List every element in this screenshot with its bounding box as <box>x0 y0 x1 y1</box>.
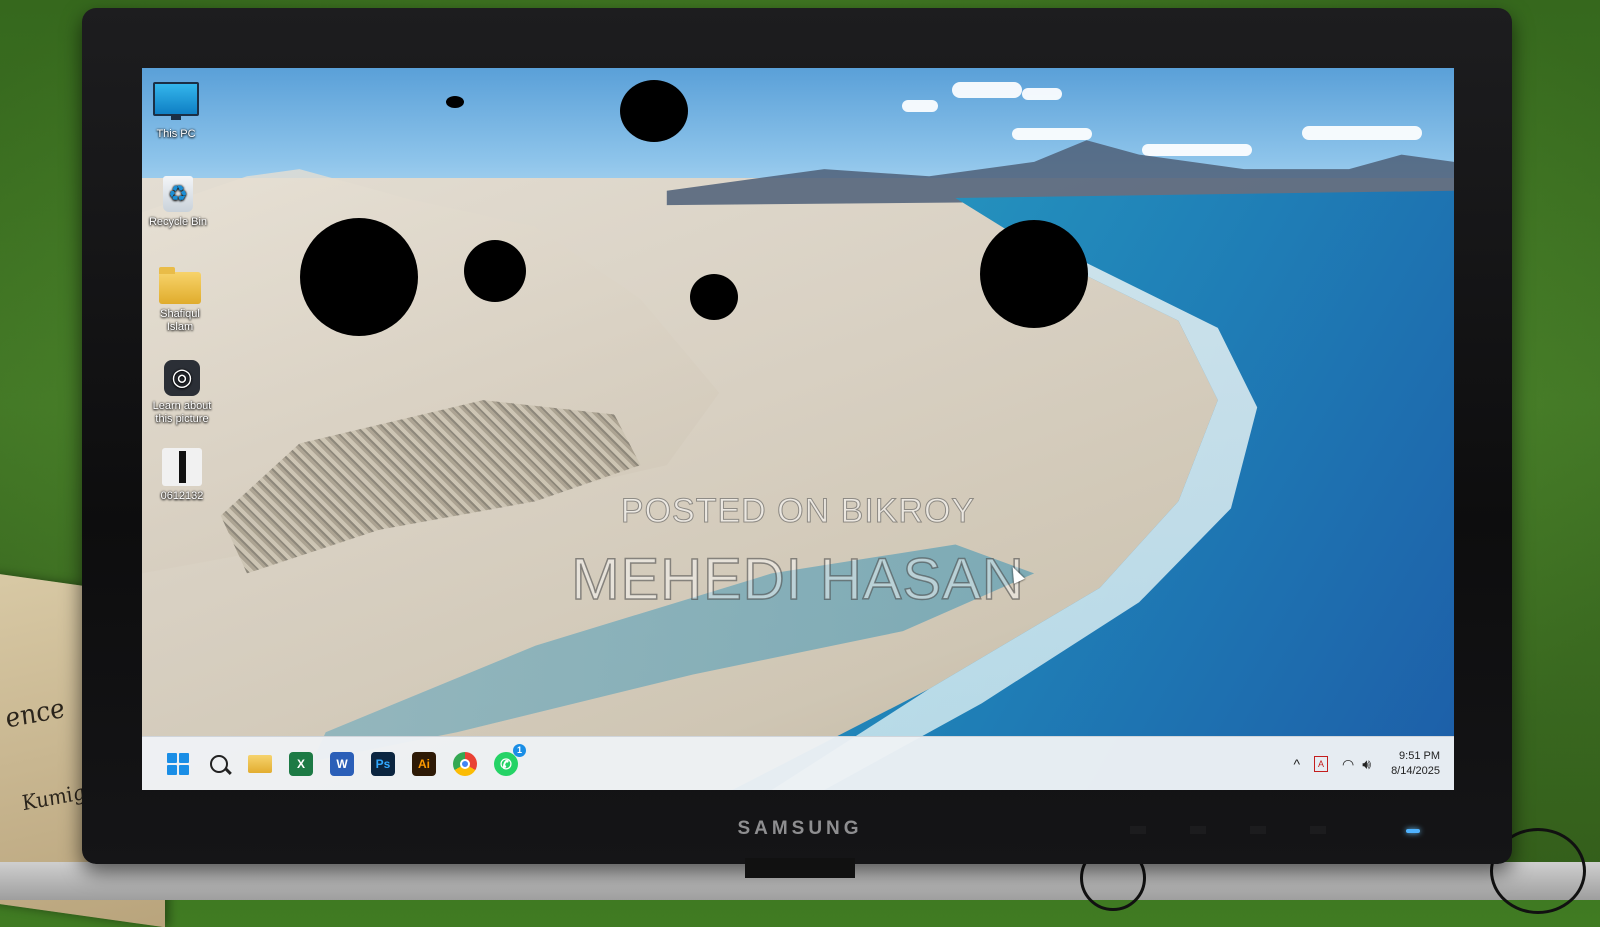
clock-date: 8/14/2025 <box>1391 765 1440 777</box>
file-explorer-button[interactable] <box>242 746 278 782</box>
whatsapp-button[interactable]: ✆ 1 <box>488 744 526 782</box>
word-button[interactable]: W <box>324 746 360 782</box>
desktop-icon-label: Recycle Bin <box>148 216 208 228</box>
dead-pixel-spot <box>446 96 464 108</box>
system-tray: ^ A ◠ 🔊︎ 9:51 PM 8/14/2025 <box>1279 737 1440 790</box>
show-hidden-icons-chevron-icon[interactable]: ^ <box>1293 756 1300 772</box>
folder-icon <box>159 267 201 304</box>
watermark-line-1: POSTED ON BIKROY <box>620 492 976 531</box>
whatsapp-icon: ✆ 1 <box>494 744 526 776</box>
desktop-icon-label: This PC <box>156 128 196 140</box>
notification-badge: 1 <box>513 744 526 757</box>
chrome-icon <box>453 752 477 776</box>
search-icon <box>210 755 228 773</box>
windows-icon <box>167 753 189 775</box>
cloud <box>1012 128 1092 140</box>
photoshop-icon: Ps <box>371 752 395 776</box>
excel-icon: X <box>289 752 313 776</box>
bezel-button[interactable] <box>1250 826 1266 834</box>
dead-pixel-spot <box>980 220 1088 328</box>
desktop-icon-this-pc[interactable]: This PC <box>142 82 216 141</box>
word-icon: W <box>330 752 354 776</box>
dead-pixel-spot <box>464 240 526 302</box>
dead-pixel-spot <box>300 218 418 336</box>
cloud <box>1302 126 1422 140</box>
dead-pixel-spot <box>620 80 688 142</box>
excel-button[interactable]: X <box>283 746 319 782</box>
pdf-app-tray-icon[interactable]: A <box>1314 756 1329 772</box>
photoshop-button[interactable]: Ps <box>365 746 401 782</box>
desktop-icon-label: Learn about this picture <box>152 400 212 425</box>
monitor-icon <box>153 82 199 120</box>
desktop-icon-learn-about-picture[interactable]: ◎ Learn about this picture <box>142 360 222 426</box>
wifi-icon[interactable]: ◠ <box>1342 756 1354 773</box>
monitor-brand: SAMSUNG <box>737 818 863 839</box>
image-file-icon <box>162 448 202 486</box>
start-button[interactable] <box>160 746 196 782</box>
taskbar: X W Ps Ai ✆ 1 ^ A ◠ 🔊︎ 9:51 PM 8/14/2025 <box>142 736 1454 790</box>
illustrator-icon: Ai <box>412 752 436 776</box>
bezel-button[interactable] <box>1190 826 1206 834</box>
chrome-button[interactable] <box>447 746 483 782</box>
cloud <box>1022 88 1062 100</box>
desktop-icon-user-folder[interactable]: Shafiqul Islam <box>142 267 220 334</box>
bezel-button[interactable] <box>1310 826 1326 834</box>
illustrator-button[interactable]: Ai <box>406 746 442 782</box>
dead-pixel-spot <box>690 274 738 320</box>
folder-icon <box>248 755 272 773</box>
desktop-icon-label: Shafiqul Islam <box>160 308 200 333</box>
monitor-stand <box>745 858 855 878</box>
cloud <box>902 100 938 112</box>
recycle-bin-icon: ♻ <box>163 176 193 212</box>
desktop-screen: This PC ♻ Recycle Bin Shafiqul Islam ◎ L… <box>142 68 1454 790</box>
watermark-line-2: MEHEDI HASAN <box>570 546 1025 613</box>
cloud <box>1142 144 1252 156</box>
taskbar-clock[interactable]: 9:51 PM 8/14/2025 <box>1391 749 1440 779</box>
search-button[interactable] <box>201 746 237 782</box>
bezel-button[interactable] <box>1130 826 1146 834</box>
volume-icon[interactable]: 🔊︎ <box>1362 756 1371 773</box>
power-led <box>1406 829 1420 833</box>
cloud <box>952 82 1022 98</box>
camera-icon: ◎ <box>164 360 200 396</box>
desktop-icon-recycle-bin[interactable]: ♻ Recycle Bin <box>142 176 218 229</box>
clock-time: 9:51 PM <box>1399 750 1440 762</box>
